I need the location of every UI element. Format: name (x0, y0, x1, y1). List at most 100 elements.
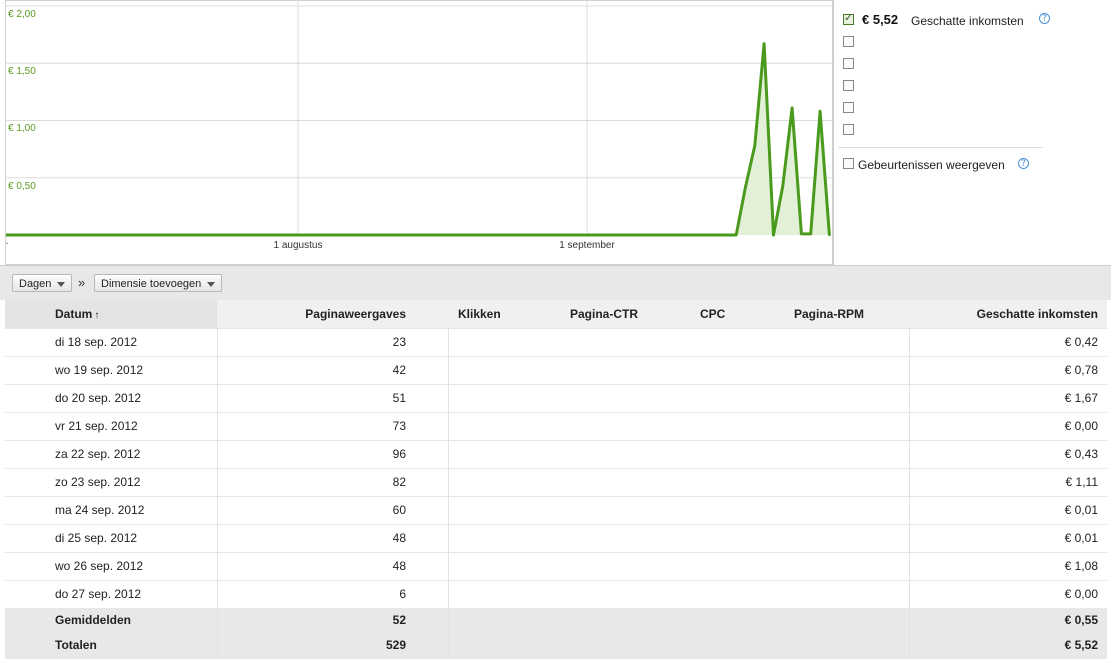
cell-income: € 1,08 (1064, 559, 1098, 573)
cell-date: za 22 sep. 2012 (55, 447, 141, 461)
legend-divider (838, 147, 1043, 148)
column-header-date[interactable]: Datum ↑ (55, 300, 99, 328)
column-divider (448, 496, 449, 524)
legend-metric-label: Geschatte inkomsten (911, 14, 1024, 28)
cell-date: di 18 sep. 2012 (55, 335, 138, 349)
cell-views: 42 (392, 363, 406, 377)
x-tick-label: 1 augustus (273, 240, 323, 251)
column-divider (448, 440, 449, 468)
data-point (809, 232, 812, 236)
cell-income: € 0,00 (1064, 419, 1098, 433)
days-dropdown[interactable]: Dagen (12, 274, 73, 292)
data-point (734, 233, 738, 237)
cell-views: 52 (392, 613, 406, 627)
summary-label: Gemiddelden (55, 613, 132, 627)
header-date-bg (5, 300, 217, 328)
chart-frame (5, 0, 833, 265)
days-dropdown-label: Dagen (19, 278, 52, 290)
events-label: Gebeurtenissen weergeven (858, 158, 1005, 172)
report-toolbar: Dagen Dimensie toevoegen (0, 265, 1111, 300)
cell-date: wo 19 sep. 2012 (55, 363, 144, 377)
breadcrumb-chevron-icon: » (78, 275, 86, 290)
cell-date: zo 23 sep. 2012 (55, 475, 141, 489)
column-divider (448, 552, 449, 580)
help-icon[interactable]: ? (1018, 158, 1029, 169)
metric-checkbox[interactable] (843, 36, 854, 47)
cell-income: € 0,01 (1064, 531, 1098, 545)
cell-date: do 20 sep. 2012 (55, 391, 142, 405)
chevron-down-icon (207, 281, 216, 287)
cell-views: 48 (392, 559, 406, 573)
data-point (762, 42, 766, 45)
column-divider (448, 608, 449, 633)
column-header-ctr[interactable]: Pagina-CTR (570, 300, 638, 328)
metric-checkbox[interactable] (843, 80, 854, 91)
x-origin-label: . (5, 236, 9, 247)
averages-row: Gemiddelden 52 € 0,55 (5, 608, 1107, 634)
data-point (790, 106, 794, 110)
metric-legend: € 5,52 Geschatte inkomsten ? Gebeurtenis… (838, 0, 1108, 265)
cell-views: 73 (392, 419, 406, 433)
column-divider (448, 356, 449, 384)
cell-date: di 25 sep. 2012 (55, 531, 138, 545)
table-row: di 18 sep. 2012 23 € 0,42 (5, 328, 1107, 357)
income-series-line (6, 42, 831, 237)
events-checkbox[interactable] (843, 158, 854, 169)
table-row: do 27 sep. 2012 6 € 0,00 (5, 580, 1107, 609)
add-dimension-label: Dimensie toevoegen (101, 278, 202, 290)
cell-income: € 0,55 (1064, 613, 1098, 627)
column-divider (448, 412, 449, 440)
column-divider (448, 633, 449, 658)
data-point (744, 185, 747, 189)
cell-income: € 5,52 (1064, 638, 1098, 652)
cell-views: 48 (392, 531, 406, 545)
add-dimension-dropdown[interactable]: Dimensie toevoegen (94, 274, 223, 292)
table-row: do 20 sep. 2012 51 € 1,67 (5, 384, 1107, 413)
table-row: ma 24 sep. 2012 60 € 0,01 (5, 496, 1107, 525)
column-divider (448, 524, 449, 552)
column-divider (448, 384, 449, 412)
y-tick-label: € 1,00 (8, 123, 36, 134)
metric-checkbox[interactable] (843, 102, 854, 113)
cell-income: € 0,78 (1064, 363, 1098, 377)
data-point (753, 144, 757, 147)
data-point (800, 232, 803, 236)
column-header-cpc[interactable]: CPC (700, 300, 725, 328)
data-point (828, 233, 831, 237)
column-divider (448, 580, 449, 608)
column-header-income[interactable]: Geschatte inkomsten (909, 300, 1098, 328)
column-header-date-label: Datum (55, 307, 93, 321)
cell-income: € 1,11 (1065, 475, 1098, 489)
cell-views: 51 (392, 391, 406, 405)
cell-views: 529 (385, 638, 406, 652)
table-row: wo 19 sep. 2012 42 € 0,78 (5, 356, 1107, 385)
cell-date: wo 26 sep. 2012 (55, 559, 144, 573)
cell-views: 82 (392, 475, 406, 489)
income-area-fill (6, 43, 830, 235)
cell-views: 60 (392, 503, 406, 517)
y-tick-label: € 2,00 (8, 9, 36, 20)
chart-divider (833, 0, 834, 265)
column-divider (448, 468, 449, 496)
table-row: zo 23 sep. 2012 82 € 1,11 (5, 468, 1107, 497)
chevron-down-icon (57, 281, 66, 287)
chart-canvas (5, 0, 833, 265)
column-header-clicks[interactable]: Klikken (458, 300, 501, 328)
metric-checkbox[interactable] (843, 58, 854, 69)
cell-date: ma 24 sep. 2012 (55, 503, 145, 517)
data-point (818, 110, 822, 113)
metric-checkbox-income[interactable] (843, 11, 854, 25)
table-row: vr 21 sep. 2012 73 € 0,00 (5, 412, 1107, 441)
legend-total-value: € 5,52 (862, 12, 899, 27)
x-tick-label: 1 september (559, 240, 615, 251)
cell-views: 96 (392, 447, 406, 461)
help-icon[interactable]: ? (1039, 13, 1050, 24)
cell-income: € 0,00 (1064, 587, 1098, 601)
table-row: wo 26 sep. 2012 48 € 1,08 (5, 552, 1107, 581)
metric-checkbox[interactable] (843, 124, 854, 135)
data-point (781, 184, 784, 187)
column-header-views[interactable]: Paginaweergaves (218, 300, 406, 328)
column-header-rpm[interactable]: Pagina-RPM (794, 300, 864, 328)
data-point (772, 233, 775, 237)
cell-income: € 0,01 (1064, 503, 1098, 517)
